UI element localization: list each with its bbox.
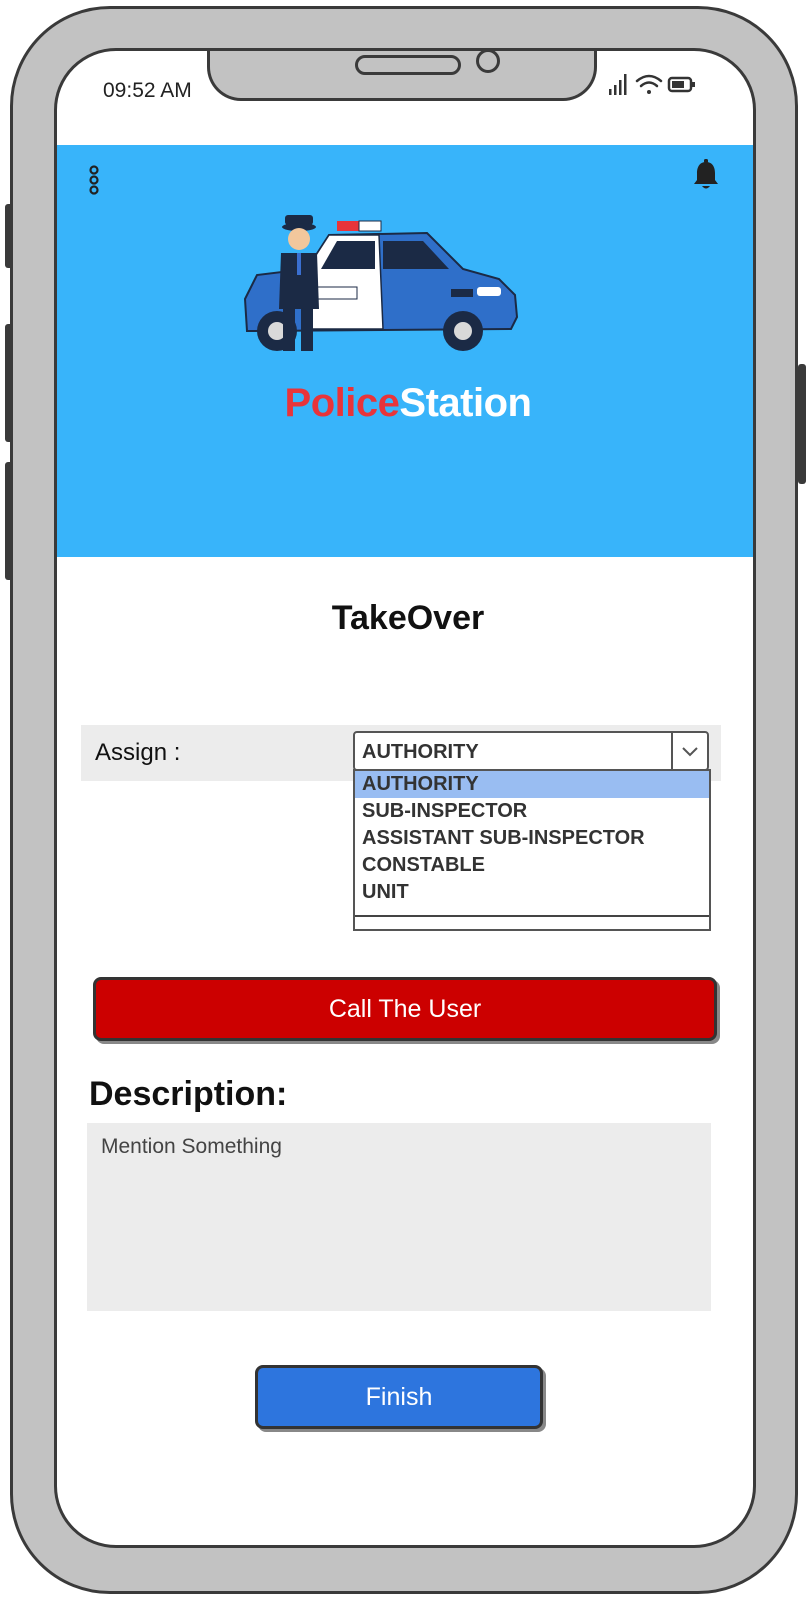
battery-icon — [667, 76, 695, 93]
more-vertical-icon[interactable] — [87, 165, 101, 195]
dropdown-option-unit[interactable]: UNIT — [355, 879, 709, 906]
chevron-down-icon — [682, 747, 698, 757]
phone-notch — [207, 51, 597, 101]
bell-icon[interactable] — [691, 159, 721, 193]
assign-label: Assign : — [95, 739, 181, 766]
speaker-grille — [355, 55, 461, 75]
assign-dropdown-list: AUTHORITY SUB-INSPECTOR ASSISTANT SUB-IN… — [353, 769, 711, 931]
call-user-button[interactable]: Call The User — [93, 977, 717, 1041]
logo-police: Police — [284, 381, 400, 425]
app-logo: PoliceStation — [57, 381, 753, 426]
app-screen: 09:52 AM PoliceStation TakeOver Assign:… — [54, 48, 756, 1548]
logo-station: Station — [399, 381, 532, 425]
signal-icon — [609, 74, 627, 95]
phone-side-button-power — [798, 364, 806, 484]
assign-selected-value: AUTHORITY — [362, 741, 479, 763]
finish-button[interactable]: Finish — [255, 1365, 543, 1429]
status-icons — [607, 71, 707, 102]
phone-side-button-volume-up — [5, 324, 13, 442]
dropdown-option-assistant-sub-inspector[interactable]: ASSISTANT SUB-INSPECTOR — [355, 825, 709, 852]
status-time: 09:52 AM — [103, 79, 192, 102]
dropdown-divider — [355, 915, 709, 917]
dropdown-option-authority[interactable]: AUTHORITY — [355, 771, 709, 798]
assign-select[interactable]: AUTHORITY — [353, 731, 709, 771]
front-camera-icon — [476, 51, 500, 73]
assign-select-toggle[interactable] — [671, 733, 707, 769]
dropdown-option-constable[interactable]: CONSTABLE — [355, 852, 709, 879]
description-title: Description: — [89, 1075, 288, 1113]
wifi-icon — [635, 74, 663, 94]
police-car-illustration — [243, 215, 519, 351]
dropdown-option-sub-inspector[interactable]: SUB-INSPECTOR — [355, 798, 709, 825]
phone-side-button-volume-down — [5, 462, 13, 580]
page-title: TakeOver — [331, 599, 485, 637]
phone-side-button-silent — [5, 204, 13, 268]
app-header: PoliceStation — [57, 145, 753, 557]
description-input[interactable] — [87, 1123, 711, 1311]
